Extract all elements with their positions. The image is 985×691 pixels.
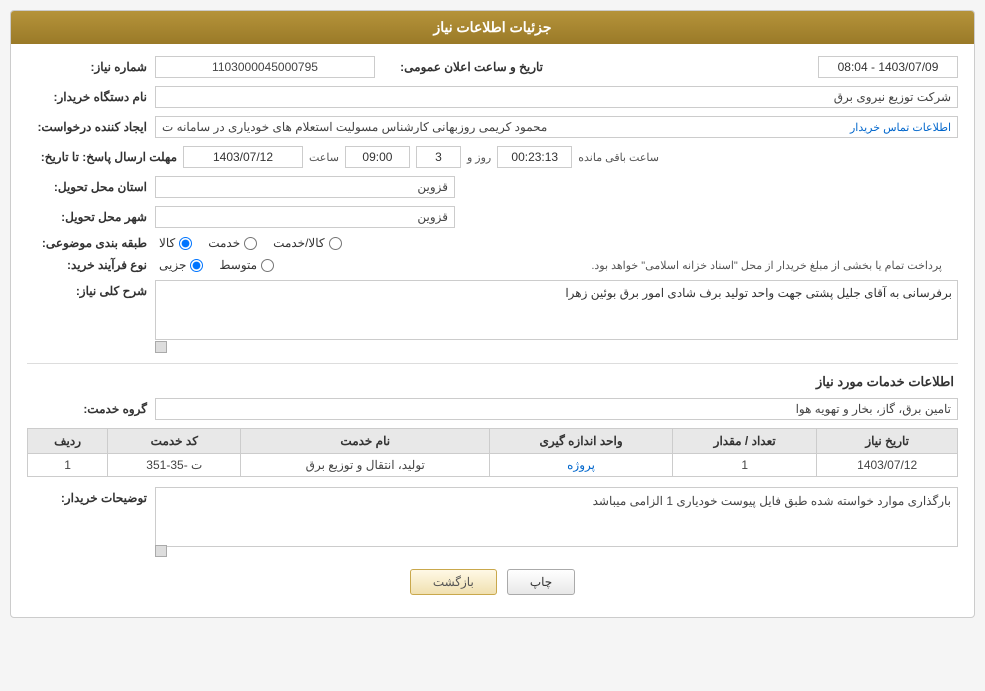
shmare-label: شماره نیاز: <box>27 60 147 74</box>
tabagheh-radios: کالا/خدمت خدمت کالا <box>159 236 342 250</box>
mohlet-label: مهلت ارسال پاسخ: تا تاریخ: <box>27 150 177 164</box>
main-card: جزئیات اطلاعات نیاز شماره نیاز: 11030000… <box>10 10 975 618</box>
page-wrapper: جزئیات اطلاعات نیاز شماره نیاز: 11030000… <box>0 0 985 691</box>
print-button[interactable]: چاپ <box>507 569 575 595</box>
tozihat-label: توضیحات خریدار: <box>27 487 147 505</box>
farayand-label: نوع فرآیند خرید: <box>27 258 147 272</box>
back-button[interactable]: بازگشت <box>410 569 497 595</box>
mohlet-row: مهلت ارسال پاسخ: تا تاریخ: 1403/07/12 سا… <box>27 146 958 168</box>
creator-value: اطلاعات تماس خریدار محمود کریمی روزبهانی… <box>155 116 958 138</box>
card-body: شماره نیاز: 1103000045000795 تاریخ و ساع… <box>11 44 974 617</box>
radio-jozee[interactable] <box>190 259 203 272</box>
khadamat-section-title: اطلاعات خدمات مورد نیاز <box>27 374 958 390</box>
mohlet-time: 09:00 <box>345 146 410 168</box>
col-tarikh: تاریخ نیاز <box>817 429 958 454</box>
radio-kala[interactable] <box>179 237 192 250</box>
sharh-label: شرح کلی نیاز: <box>27 280 147 298</box>
creator-text: محمود کریمی روزبهانی کارشناس مسولیت استع… <box>162 120 547 134</box>
mohlet-days: 3 <box>416 146 461 168</box>
shmare-row: شماره نیاز: 1103000045000795 تاریخ و ساع… <box>27 56 958 78</box>
tozihat-resize-handle <box>155 545 167 557</box>
namdast-row: نام دستگاه خریدار: شرکت توزیع نیروی برق <box>27 86 958 108</box>
ostan-label: استان محل تحویل: <box>27 180 147 194</box>
mohlet-remaining-label: ساعت باقی مانده <box>578 151 659 164</box>
ostan-value: قزوین <box>155 176 455 198</box>
shahr-row: شهر محل تحویل: قزوین <box>27 206 958 228</box>
cell-vahed: پروژه <box>490 454 673 477</box>
farayand-radios: متوسط جزیی <box>159 258 274 272</box>
sharh-value: برفرسانی به آقای جلیل پشتی جهت واحد تولی… <box>565 286 952 300</box>
col-tedad: تعداد / مقدار <box>673 429 817 454</box>
radio-khadamat[interactable] <box>244 237 257 250</box>
creator-link[interactable]: اطلاعات تماس خریدار <box>850 121 951 134</box>
radio-motavasset[interactable] <box>261 259 274 272</box>
page-title: جزئیات اطلاعات نیاز <box>433 19 551 35</box>
shmare-value: 1103000045000795 <box>155 56 375 78</box>
tozihat-value: بارگذاری موارد خواسته شده طبق فایل پیوست… <box>593 494 951 508</box>
services-table: تاریخ نیاز تعداد / مقدار واحد اندازه گیر… <box>27 428 958 477</box>
tabagheh-kala: کالا <box>159 236 192 250</box>
tabagheh-row: طبقه بندی موضوعی: کالا/خدمت خدمت کالا <box>27 236 958 250</box>
btn-row: چاپ بازگشت <box>27 569 958 605</box>
col-kod: کد خدمت <box>108 429 241 454</box>
shahr-label: شهر محل تحویل: <box>27 210 147 224</box>
services-table-wrapper: تاریخ نیاز تعداد / مقدار واحد اندازه گیر… <box>27 428 958 477</box>
col-vahed: واحد اندازه گیری <box>490 429 673 454</box>
mohlet-time-label: ساعت <box>309 151 339 164</box>
tabagheh-kala-khadamat: کالا/خدمت <box>273 236 341 250</box>
farayand-row: نوع فرآیند خرید: متوسط جزیی پرداخت تمام … <box>27 258 958 272</box>
cell-radif: 1 <box>28 454 108 477</box>
grooh-label: گروه خدمت: <box>27 402 147 416</box>
namdast-label: نام دستگاه خریدار: <box>27 90 147 104</box>
table-row: 1403/07/12 1 پروژه تولید، انتقال و توزیع… <box>28 454 958 477</box>
mohlet-days-label: روز و <box>467 151 491 164</box>
cell-tarikh: 1403/07/12 <box>817 454 958 477</box>
grooh-row: گروه خدمت: تامین برق، گاز، بخار و تهویه … <box>27 398 958 420</box>
creator-row: ایجاد کننده درخواست: اطلاعات تماس خریدار… <box>27 116 958 138</box>
mohlet-remaining: 00:23:13 <box>497 146 572 168</box>
sharh-wrapper: شرح کلی نیاز: برفرسانی به آقای جلیل پشتی… <box>27 280 958 353</box>
col-nam: نام خدمت <box>241 429 490 454</box>
ostan-row: استان محل تحویل: قزوین <box>27 176 958 198</box>
cell-nam: تولید، انتقال و توزیع برق <box>241 454 490 477</box>
resize-handle <box>155 341 167 353</box>
card-header: جزئیات اطلاعات نیاز <box>11 11 974 44</box>
tozihat-wrapper: توضیحات خریدار: بارگذاری موارد خواسته شد… <box>27 487 958 557</box>
namdast-value: شرکت توزیع نیروی برق <box>155 86 958 108</box>
tozihat-box: بارگذاری موارد خواسته شده طبق فایل پیوست… <box>155 487 958 547</box>
col-radif: ردیف <box>28 429 108 454</box>
tabagheh-khadamat: خدمت <box>208 236 257 250</box>
cell-kod: ت -35-351 <box>108 454 241 477</box>
creator-label: ایجاد کننده درخواست: <box>27 120 147 134</box>
farayand-jozee: جزیی <box>159 258 203 272</box>
farayand-text: پرداخت تمام یا بخشی از مبلغ خریدار از مح… <box>286 259 942 272</box>
farayand-motavasset: متوسط <box>219 258 274 272</box>
section-divider <box>27 363 958 364</box>
date-label: تاریخ و ساعت اعلان عمومی: <box>383 60 543 74</box>
cell-tedad: 1 <box>673 454 817 477</box>
mohlet-date: 1403/07/12 <box>183 146 303 168</box>
shahr-value: قزوین <box>155 206 455 228</box>
tabagheh-label: طبقه بندی موضوعی: <box>27 236 147 250</box>
date-value: 1403/07/09 - 08:04 <box>818 56 958 78</box>
grooh-value: تامین برق، گاز، بخار و تهویه هوا <box>155 398 958 420</box>
radio-kala-khadamat[interactable] <box>329 237 342 250</box>
